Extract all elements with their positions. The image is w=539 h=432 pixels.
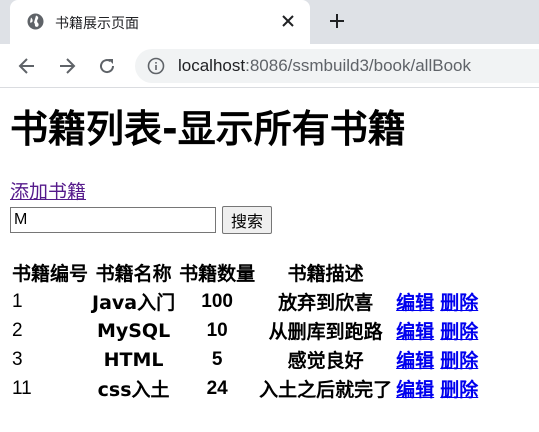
close-icon[interactable] [278,11,298,31]
header-book-name: 书籍名称 [95,263,172,285]
book-id: 3 [12,348,23,370]
browser-toolbar: localhost:8086/ssmbuild3/book/allBook [0,44,539,88]
book-id: 2 [12,319,23,341]
row-actions: 编辑 删除 [394,316,480,345]
url-path: :8086/ssmbuild3/book/allBook [245,56,471,75]
back-arrow-icon[interactable] [16,55,38,77]
reload-icon[interactable] [96,55,118,77]
header-actions [394,258,480,287]
book-count: 24 [206,377,228,399]
edit-link[interactable]: 编辑 [396,350,434,372]
book-count: 5 [211,348,223,370]
address-bar[interactable]: localhost:8086/ssmbuild3/book/allBook [135,49,539,83]
book-desc: 从删库到跑路 [268,321,383,343]
search-button[interactable]: 搜索 [222,206,272,234]
info-icon[interactable] [147,57,165,75]
search-input[interactable] [10,207,216,233]
book-id: 1 [12,290,23,312]
table-row: 2 MySQL 10 从删库到跑路 编辑 删除 [10,316,480,345]
delete-link[interactable]: 删除 [440,350,478,372]
table-row: 1 Java入门 100 放弃到欣喜 编辑 删除 [10,287,480,316]
book-name: MySQL [96,319,171,342]
delete-link[interactable]: 删除 [440,321,478,343]
edit-link[interactable]: 编辑 [396,292,434,314]
delete-link[interactable]: 删除 [440,379,478,401]
page-title: 书籍列表-显示所有书籍 [10,107,406,151]
row-actions: 编辑 删除 [394,374,480,403]
header-book-count: 书籍数量 [179,263,256,285]
browser-tab[interactable]: 书籍展示页面 [10,0,310,44]
book-desc: 入土之后就完了 [259,379,393,401]
book-desc: 感觉良好 [287,350,364,372]
plus-icon[interactable] [327,11,347,31]
browser-tabstrip: 书籍展示页面 [0,0,539,44]
row-actions: 编辑 删除 [394,287,480,316]
table-row: 11 css入土 24 入土之后就完了 编辑 删除 [10,374,480,403]
header-book-id: 书籍编号 [12,263,89,285]
globe-icon [27,13,44,30]
row-actions: 编辑 删除 [394,345,480,374]
header-book-desc: 书籍描述 [287,263,364,285]
forward-arrow-icon[interactable] [56,55,78,77]
tab-title: 书籍展示页面 [55,16,139,32]
edit-link[interactable]: 编辑 [396,379,434,401]
url-text: localhost:8086/ssmbuild3/book/allBook [178,55,471,77]
book-name: HTML [103,348,164,371]
book-count: 10 [206,319,228,341]
delete-link[interactable]: 删除 [440,292,478,314]
table-row: 3 HTML 5 感觉良好 编辑 删除 [10,345,480,374]
book-count: 100 [201,290,233,312]
url-host: localhost [178,56,246,75]
book-id: 11 [12,377,32,399]
add-book-link[interactable]: 添加书籍 [10,180,86,204]
table-header-row: 书籍编号 书籍名称 书籍数量 书籍描述 [10,258,480,287]
book-name: Java入门 [92,292,176,314]
edit-link[interactable]: 编辑 [396,321,434,343]
book-name: css入土 [97,379,170,401]
book-table: 书籍编号 书籍名称 书籍数量 书籍描述 1 Java入门 100 放弃到欣喜 编… [10,258,480,403]
book-desc: 放弃到欣喜 [278,292,374,314]
